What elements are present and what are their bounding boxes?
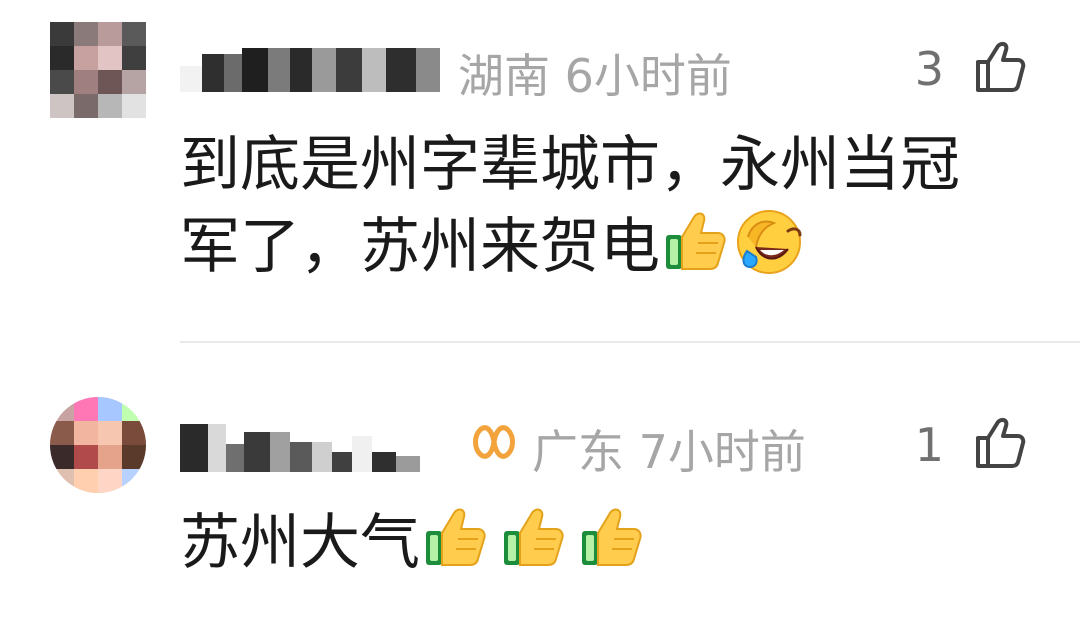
username-blurred[interactable] — [180, 418, 420, 478]
comment-text: 苏州大气 — [180, 502, 646, 584]
comment-text-line: 苏州大气 — [180, 502, 646, 584]
avatar[interactable] — [50, 397, 146, 493]
comment-text-line-part: 苏州大气 — [180, 508, 420, 578]
avatar-image-pixelated — [50, 397, 146, 493]
thumbs-up-emoji-icon — [660, 207, 730, 277]
like-button[interactable] — [968, 38, 1026, 96]
comment-time: 6小时前 — [564, 49, 732, 103]
comment-text-line: 到底是州字辈城市，永州当冠 — [180, 130, 960, 200]
thumbs-up-outline-icon — [976, 417, 1026, 468]
comment-text-line-part: 军了，苏州来贺电 — [180, 212, 660, 282]
comment-meta: 广东 7小时前 — [532, 416, 806, 482]
avatar[interactable] — [50, 22, 146, 118]
comment-location: 广东 — [532, 425, 624, 479]
username-blurred[interactable] — [180, 40, 440, 100]
comment-location: 湖南 — [458, 49, 550, 103]
username-blur-graphic — [180, 48, 440, 92]
thumbs-up-outline-icon — [976, 41, 1026, 92]
like-count: 1 — [914, 418, 944, 472]
thumbs-up-emoji-icon — [420, 503, 490, 573]
comment-time: 7小时前 — [638, 425, 806, 479]
comment-divider — [180, 341, 1080, 343]
comment-meta: 湖南 6小时前 — [458, 40, 732, 106]
avatar-image-pixelated — [50, 22, 146, 118]
comment-text-line: 军了，苏州来贺电 — [180, 206, 960, 288]
vip-badge-icon — [470, 418, 518, 466]
like-button[interactable] — [968, 414, 1026, 472]
thumbs-up-emoji-icon — [498, 503, 568, 573]
username-blur-graphic — [180, 424, 420, 472]
like-count: 3 — [914, 42, 944, 96]
comment-text: 到底是州字辈城市，永州当冠 军了，苏州来贺电 — [180, 124, 960, 288]
laughing-facepalm-emoji-icon — [734, 207, 804, 277]
thumbs-up-emoji-icon — [576, 503, 646, 573]
